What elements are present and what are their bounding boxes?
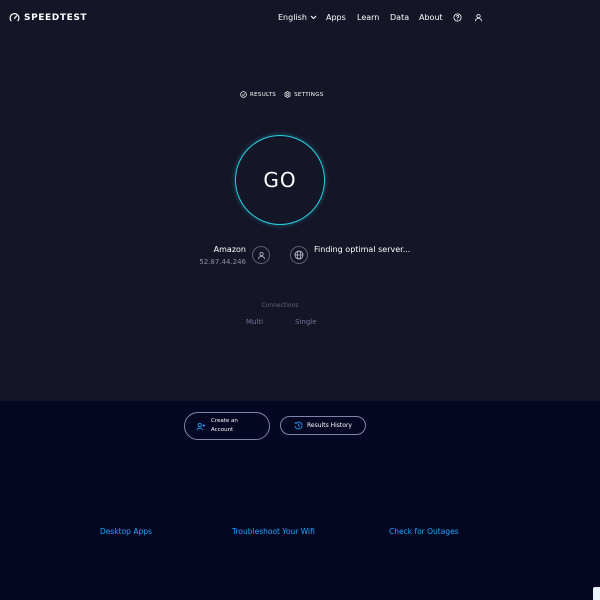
server-globe-badge	[290, 246, 308, 264]
footer-link-check-outages[interactable]: Check for Outages	[389, 527, 459, 536]
language-label: English	[278, 13, 307, 22]
isp-ip: 52.87.44.246	[199, 258, 246, 266]
history-icon	[294, 421, 303, 430]
results-link[interactable]: RESULTS	[240, 91, 276, 98]
account-button[interactable]	[474, 13, 483, 22]
results-settings-bar: RESULTS SETTINGS	[240, 91, 324, 98]
add-user-icon	[196, 422, 206, 430]
results-label: RESULTS	[250, 91, 277, 98]
connections-label: Connections	[261, 302, 299, 309]
connections-single-option[interactable]: Single	[295, 318, 317, 326]
nav-data[interactable]: Data	[390, 13, 409, 22]
speedtest-logo[interactable]: SPEEDTEST	[9, 12, 87, 23]
nav-about[interactable]: About	[419, 13, 443, 22]
gear-icon	[284, 91, 291, 98]
brand-name: SPEEDTEST	[24, 12, 88, 23]
footer-link-desktop-apps[interactable]: Desktop Apps	[100, 527, 152, 536]
globe-icon	[294, 250, 304, 260]
settings-label: SETTINGS	[294, 91, 324, 98]
help-button[interactable]	[453, 13, 462, 22]
create-account-label: Create an Account	[211, 418, 238, 433]
chevron-down-icon	[310, 15, 317, 20]
nav-learn[interactable]: Learn	[357, 13, 379, 22]
check-circle-icon	[240, 91, 247, 98]
isp-user-badge	[252, 246, 270, 264]
server-status: Finding optimal server...	[314, 245, 411, 254]
language-selector[interactable]: English	[278, 13, 317, 22]
corner-widget-tab[interactable]	[593, 587, 600, 600]
connections-multi-option[interactable]: Multi	[246, 318, 263, 326]
isp-name: Amazon	[213, 245, 246, 254]
footer-link-troubleshoot-wifi[interactable]: Troubleshoot Your Wifi	[232, 527, 315, 536]
user-icon	[474, 14, 483, 22]
gauge-icon	[9, 13, 20, 22]
results-history-label: Results History	[307, 422, 352, 429]
help-icon	[453, 13, 462, 22]
create-account-button[interactable]: Create an Account	[184, 412, 270, 440]
nav-apps[interactable]: Apps	[326, 13, 346, 22]
user-icon	[257, 251, 265, 259]
settings-link[interactable]: SETTINGS	[284, 91, 323, 98]
results-history-button[interactable]: Results History	[280, 416, 366, 435]
go-label: GO	[263, 168, 297, 192]
go-button[interactable]: GO	[235, 135, 325, 225]
